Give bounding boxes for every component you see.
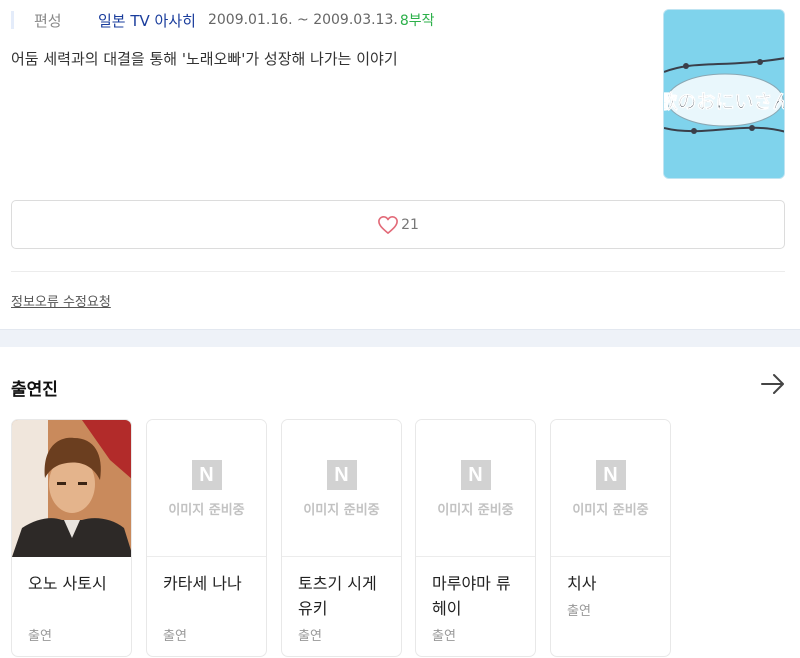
cast-name: 치사 xyxy=(567,574,597,593)
image-placeholder: N 이미지 준비중 xyxy=(147,420,266,557)
cast-section: 출연진 오노 사토시 출연 N 이미지 준비중 카타세 나나 출연 N 이미지 … xyxy=(0,347,800,658)
placeholder-text: 이미지 준비중 xyxy=(572,503,649,518)
program-info-panel: 편성 일본 TV 아사히 2009.01.16. ~ 2009.03.13. 8… xyxy=(0,0,800,329)
cast-role: 출연 xyxy=(567,604,591,619)
cast-role: 출연 xyxy=(163,629,187,644)
cast-card[interactable]: N 이미지 준비중 카타세 나나 출연 xyxy=(146,419,267,657)
cast-role: 출연 xyxy=(298,629,322,644)
cast-card[interactable]: N 이미지 준비중 마루야마 류헤이 출연 xyxy=(415,419,536,657)
cast-name: 토츠기 시게유키 xyxy=(298,574,377,618)
divider xyxy=(11,271,785,272)
image-placeholder: N 이미지 준비중 xyxy=(282,420,401,557)
broadcast-dates: 2009.01.16. ~ 2009.03.13. xyxy=(207,12,398,28)
placeholder-text: 이미지 준비중 xyxy=(437,503,514,518)
cast-name: 마루야마 류헤이 xyxy=(432,574,511,618)
broadcaster-link[interactable]: 일본 TV 아사히 xyxy=(98,10,196,31)
cast-name: 오노 사토시 xyxy=(28,574,107,593)
cast-photo xyxy=(12,420,131,557)
section-separator xyxy=(0,329,800,347)
cast-title: 출연진 xyxy=(11,380,58,400)
poster-image[interactable]: 歌のおにいさん xyxy=(663,9,785,179)
episode-count: 8부작 xyxy=(399,13,435,29)
like-count: 21 xyxy=(401,216,419,233)
image-placeholder: N 이미지 준비중 xyxy=(551,420,670,557)
cast-card[interactable]: N 이미지 준비중 토츠기 시게유키 출연 xyxy=(281,419,402,657)
like-button[interactable]: 21 xyxy=(11,200,785,249)
cast-role: 출연 xyxy=(28,629,52,644)
heart-outline-icon xyxy=(378,215,398,234)
broadcast-label: 편성 xyxy=(34,11,62,30)
placeholder-text: 이미지 준비중 xyxy=(168,503,245,518)
image-placeholder: N 이미지 준비중 xyxy=(416,420,535,557)
cast-role: 출연 xyxy=(432,629,456,644)
n-logo-icon: N xyxy=(191,460,222,490)
report-error-link[interactable]: 정보오류 수정요청 xyxy=(11,291,111,310)
n-logo-icon: N xyxy=(595,460,626,490)
broadcast-info-row: 편성 일본 TV 아사히 2009.01.16. ~ 2009.03.13. 8… xyxy=(11,9,435,31)
cast-card[interactable]: N 이미지 준비중 치사 출연 xyxy=(550,419,671,657)
n-logo-icon: N xyxy=(460,460,491,490)
cast-name: 카타세 나나 xyxy=(163,574,242,593)
arrow-right-icon[interactable] xyxy=(760,373,786,395)
cast-card[interactable]: 오노 사토시 출연 xyxy=(11,419,132,657)
n-logo-icon: N xyxy=(326,460,357,490)
poster-title: 歌のおにいさん xyxy=(664,90,785,113)
label-marker xyxy=(11,11,14,29)
synopsis-text: 어둠 세력과의 대결을 통해 '노래오빠'가 성장해 나가는 이야기 xyxy=(11,50,398,68)
placeholder-text: 이미지 준비중 xyxy=(303,503,380,518)
